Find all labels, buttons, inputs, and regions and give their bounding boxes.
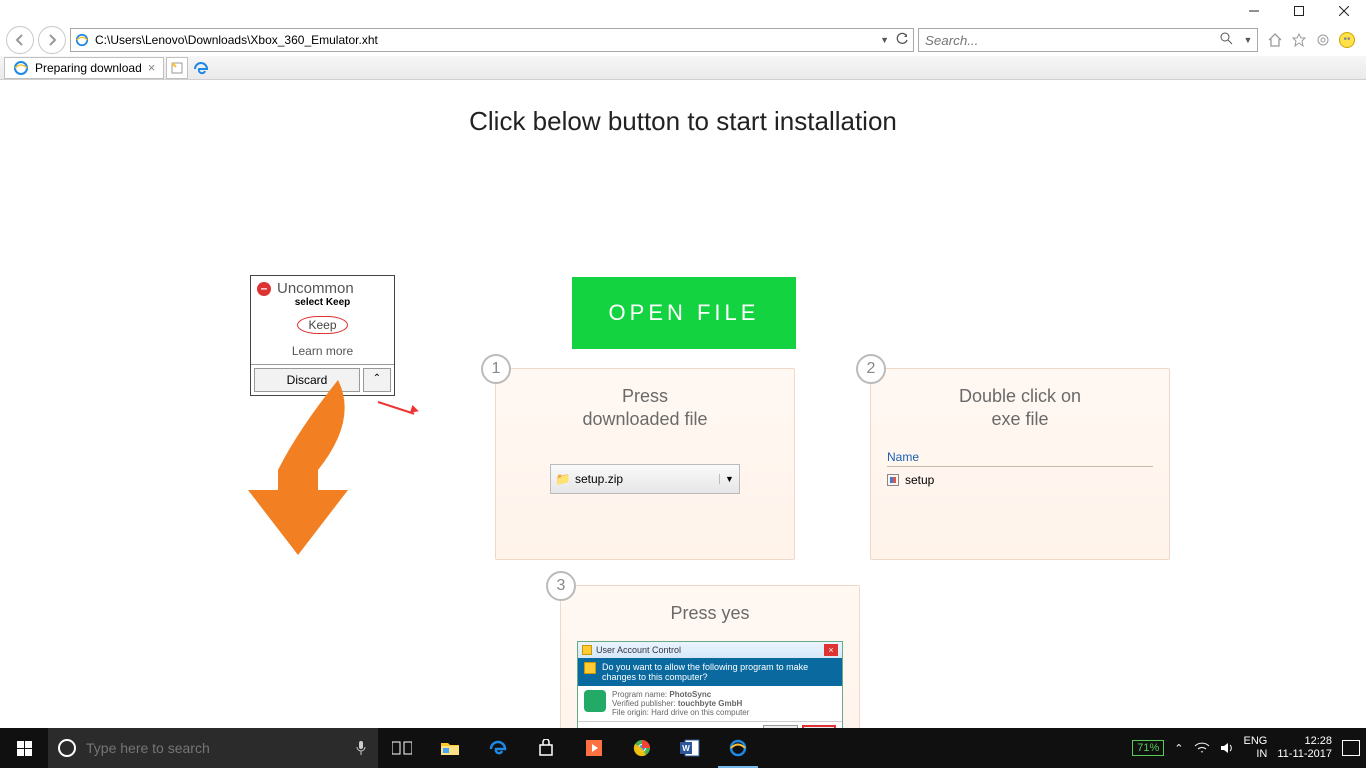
step-1-title: Press downloaded file	[496, 369, 794, 440]
window-controls	[1231, 0, 1366, 22]
name-column-header: Name	[887, 448, 1153, 467]
chrome-icon[interactable]	[618, 728, 666, 768]
svg-text:W: W	[682, 744, 690, 753]
search-input[interactable]	[919, 33, 1213, 48]
cortana-search[interactable]	[48, 728, 378, 768]
step-2-badge: 2	[856, 354, 886, 384]
folder-icon: 📁	[551, 472, 575, 486]
tab-close-icon[interactable]: ×	[148, 60, 156, 75]
minimize-button[interactable]	[1231, 0, 1276, 22]
refresh-icon[interactable]	[895, 32, 909, 49]
uncommon-popup: – Uncommon select Keep Keep Learn more D…	[250, 275, 395, 396]
maximize-button[interactable]	[1276, 0, 1321, 22]
app-icon	[584, 690, 606, 712]
zip-dropdown-icon[interactable]: ▼	[719, 474, 739, 484]
store-icon[interactable]	[522, 728, 570, 768]
step-3-card: 3 Press yes User Account Control × Do yo…	[560, 585, 860, 728]
address-dropdown-icon[interactable]: ▼	[880, 35, 889, 45]
uac-prog-name: PhotoSync	[669, 690, 711, 699]
setup-exe-item[interactable]: setup	[887, 467, 1153, 493]
keep-button[interactable]: Keep	[297, 316, 347, 334]
uac-pub-name: touchbyte GmbH	[678, 699, 742, 708]
start-button[interactable]	[0, 728, 48, 768]
learn-more-link[interactable]: Learn more	[251, 338, 394, 364]
exe-icon	[887, 474, 899, 486]
ie-icon	[13, 60, 29, 76]
language-indicator[interactable]: ENGIN	[1244, 735, 1268, 760]
shield-icon	[584, 662, 596, 674]
step-1-card: 1 Press downloaded file 📁 setup.zip ▼	[495, 368, 795, 560]
taskbar-apps: W	[378, 728, 762, 768]
clock[interactable]: 12:2811-11-2017	[1277, 735, 1332, 760]
tab-preparing-download[interactable]: Preparing download ×	[4, 57, 164, 79]
step-2-title: Double click on exe file	[871, 369, 1169, 440]
movies-icon[interactable]	[570, 728, 618, 768]
word-icon[interactable]: W	[666, 728, 714, 768]
search-bar[interactable]: ▼	[918, 28, 1258, 52]
uac-orig-value: Hard drive on this computer	[651, 708, 749, 717]
forward-button[interactable]	[38, 26, 66, 54]
tab-title: Preparing download	[35, 61, 142, 75]
search-icon[interactable]	[1213, 32, 1239, 48]
page-headline: Click below button to start installation	[0, 106, 1366, 137]
step-3-badge: 3	[546, 571, 576, 601]
zip-filename: setup.zip	[575, 472, 719, 486]
shield-icon	[582, 645, 592, 655]
favorites-icon[interactable]	[1290, 31, 1308, 49]
feedback-icon[interactable]: ••	[1338, 31, 1356, 49]
uncommon-subtitle: select Keep	[251, 297, 394, 312]
address-input[interactable]	[95, 33, 874, 47]
task-view-icon[interactable]	[378, 728, 426, 768]
uac-pub-label: Verified publisher:	[612, 699, 676, 708]
tab-bar: Preparing download ×	[0, 56, 1366, 80]
ie-app-icon[interactable]	[714, 728, 762, 768]
search-dropdown-icon[interactable]: ▼	[1239, 35, 1257, 45]
toolbar-icons: ••	[1262, 31, 1360, 49]
taskbar: W 71% ⌃ ENGIN 12:2811-11-2017	[0, 728, 1366, 768]
uac-titlebar: User Account Control	[596, 645, 820, 655]
step-3-title: Press yes	[561, 586, 859, 635]
step-2-card: 2 Double click on exe file Name setup	[870, 368, 1170, 560]
uncommon-title: Uncommon	[277, 280, 354, 297]
wifi-icon[interactable]	[1194, 742, 1210, 754]
notifications-icon[interactable]	[1342, 740, 1360, 756]
browser-toolbar: ▼ ▼ ••	[0, 26, 1366, 54]
red-arrow-icon	[378, 401, 415, 415]
cortana-icon	[58, 739, 76, 757]
volume-icon[interactable]	[1220, 741, 1234, 755]
edge-icon[interactable]	[190, 57, 212, 79]
setup-zip-item[interactable]: 📁 setup.zip ▼	[550, 464, 740, 494]
step-1-badge: 1	[481, 354, 511, 384]
windows-logo-icon	[17, 741, 32, 756]
system-tray: 71% ⌃ ENGIN 12:2811-11-2017	[1132, 728, 1366, 768]
exe-label: setup	[905, 473, 934, 487]
uac-orig-label: File origin:	[612, 708, 649, 717]
uac-dialog: User Account Control × Do you want to al…	[577, 641, 843, 729]
warning-minus-icon: –	[257, 282, 271, 296]
settings-icon[interactable]	[1314, 31, 1332, 49]
address-bar[interactable]: ▼	[70, 28, 914, 52]
ie-icon	[75, 33, 89, 47]
edge-app-icon[interactable]	[474, 728, 522, 768]
mic-icon[interactable]	[354, 740, 368, 756]
battery-indicator[interactable]: 71%	[1132, 740, 1164, 756]
tray-chevron-icon[interactable]: ⌃	[1174, 742, 1183, 755]
orange-arrow-icon	[238, 380, 378, 560]
home-icon[interactable]	[1266, 31, 1284, 49]
open-file-button[interactable]: OPEN FILE	[572, 277, 796, 349]
file-explorer-icon[interactable]	[426, 728, 474, 768]
page-content: Click below button to start installation…	[0, 80, 1366, 728]
uac-question: Do you want to allow the following progr…	[602, 662, 836, 682]
uac-close-icon[interactable]: ×	[824, 644, 838, 656]
cortana-input[interactable]	[86, 740, 344, 756]
new-tab-button[interactable]	[166, 57, 188, 79]
uac-prog-label: Program name:	[612, 690, 667, 699]
close-button[interactable]	[1321, 0, 1366, 22]
back-button[interactable]	[6, 26, 34, 54]
